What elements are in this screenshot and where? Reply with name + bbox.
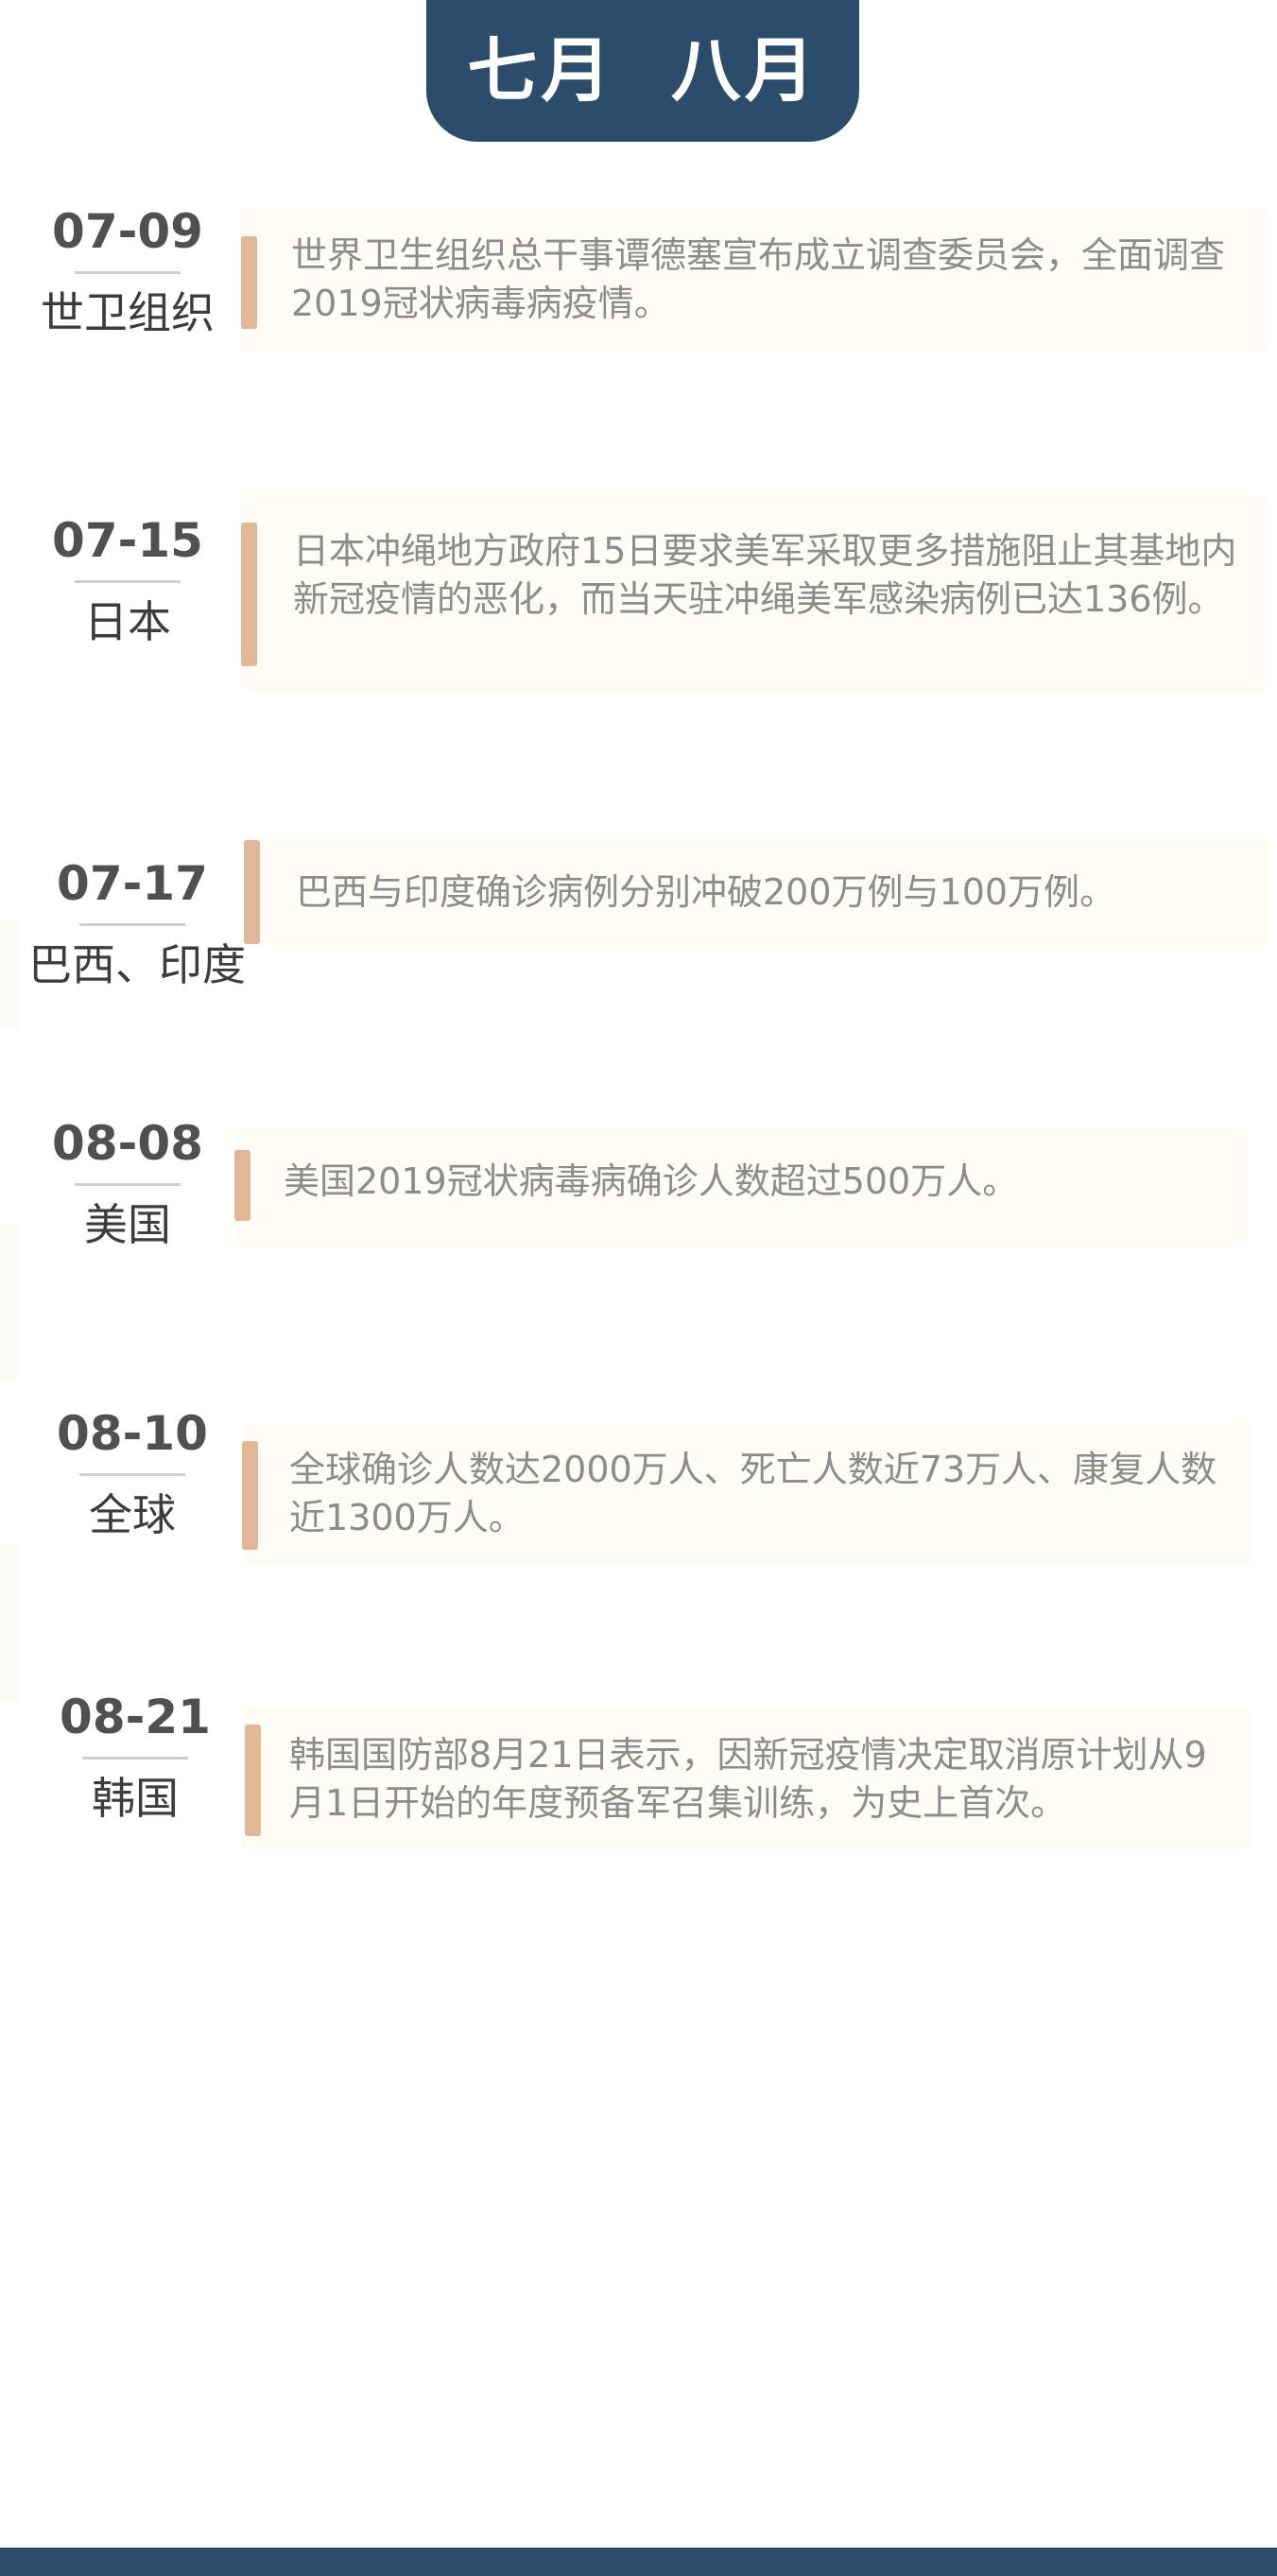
entry-region: 巴西、印度 bbox=[28, 939, 246, 990]
entry-date: 07-17 bbox=[57, 856, 208, 911]
entry-region: 世卫组织 bbox=[41, 287, 215, 338]
entry-region: 日本 bbox=[84, 596, 171, 647]
month-header-tab: 七月 八月 bbox=[426, 0, 859, 142]
card-accent-bar bbox=[241, 523, 257, 666]
entry-date: 08-21 bbox=[60, 1690, 211, 1744]
entry-text: 巴西与印度确诊病例分别冲破200万例与100万例。 bbox=[296, 871, 1116, 913]
entry-date-column: 07-15 日本 bbox=[38, 515, 217, 648]
side-strip bbox=[0, 1224, 19, 1380]
entry-date: 07-09 bbox=[52, 204, 203, 259]
entry-text: 日本冲绳地方政府15日要求美军采取更多措施阻止其基地内新冠疫情的恶化，而当天驻冲… bbox=[293, 530, 1237, 620]
footer-bar bbox=[0, 2548, 1277, 2576]
side-strip bbox=[0, 1545, 19, 1701]
date-underline bbox=[75, 580, 181, 583]
entry-region: 韩国 bbox=[92, 1773, 179, 1824]
entry-date-column: 08-21 韩国 bbox=[45, 1692, 225, 1825]
entry-card: 世界卫生组织总干事谭德塞宣布成立调查委员会，全面调查2019冠状病毒病疫情。 bbox=[241, 208, 1267, 352]
entry-date-column: 08-10 全球 bbox=[43, 1408, 222, 1541]
entry-date: 08-10 bbox=[57, 1406, 208, 1461]
entry-text: 全球确诊人数达2000万人、死亡人数近73万人、康复人数近1300万人。 bbox=[289, 1449, 1217, 1538]
entry-card: 日本冲绳地方政府15日要求美军采取更多措施阻止其基地内新冠疫情的恶化，而当天驻冲… bbox=[241, 496, 1267, 690]
card-accent-bar bbox=[245, 1725, 261, 1836]
entry-date: 07-15 bbox=[52, 513, 203, 568]
side-strip bbox=[0, 921, 19, 1030]
entry-card: 韩国国防部8月21日表示，因新冠疫情决定取消原计划从9月1日开始的年度预备军召集… bbox=[242, 1708, 1253, 1849]
entry-date-column: 07-17 巴西、印度 bbox=[28, 856, 246, 991]
card-accent-bar bbox=[241, 236, 257, 329]
entry-text: 美国2019冠状病毒病确诊人数超过500万人。 bbox=[284, 1160, 1019, 1202]
entry-card: 美国2019冠状病毒病确诊人数超过500万人。 bbox=[234, 1129, 1246, 1245]
entry-date-column: 08-08 美国 bbox=[38, 1118, 217, 1251]
date-underline bbox=[75, 271, 181, 274]
entry-date-column: 07-09 世卫组织 bbox=[38, 206, 217, 339]
card-accent-bar bbox=[242, 1441, 258, 1550]
entry-text: 韩国国防部8月21日表示，因新冠疫情决定取消原计划从9月1日开始的年度预备军召集… bbox=[289, 1734, 1207, 1824]
date-underline bbox=[82, 1757, 188, 1760]
entry-date: 08-08 bbox=[52, 1116, 203, 1171]
date-underline bbox=[79, 1473, 185, 1476]
card-accent-bar bbox=[244, 840, 260, 944]
entry-text: 世界卫生组织总干事谭德塞宣布成立调查委员会，全面调查2019冠状病毒病疫情。 bbox=[291, 234, 1226, 324]
card-accent-bar bbox=[234, 1150, 250, 1221]
entry-region: 美国 bbox=[84, 1199, 171, 1250]
entry-region: 全球 bbox=[89, 1489, 176, 1540]
date-underline bbox=[75, 1183, 181, 1186]
month-header-title: 七月 八月 bbox=[467, 30, 819, 112]
entry-card: 巴西与印度确诊病例分别冲破200万例与100万例。 bbox=[244, 838, 1269, 945]
date-underline bbox=[79, 923, 185, 926]
entry-card: 全球确诊人数达2000万人、死亡人数近73万人、康复人数近1300万人。 bbox=[242, 1422, 1253, 1564]
